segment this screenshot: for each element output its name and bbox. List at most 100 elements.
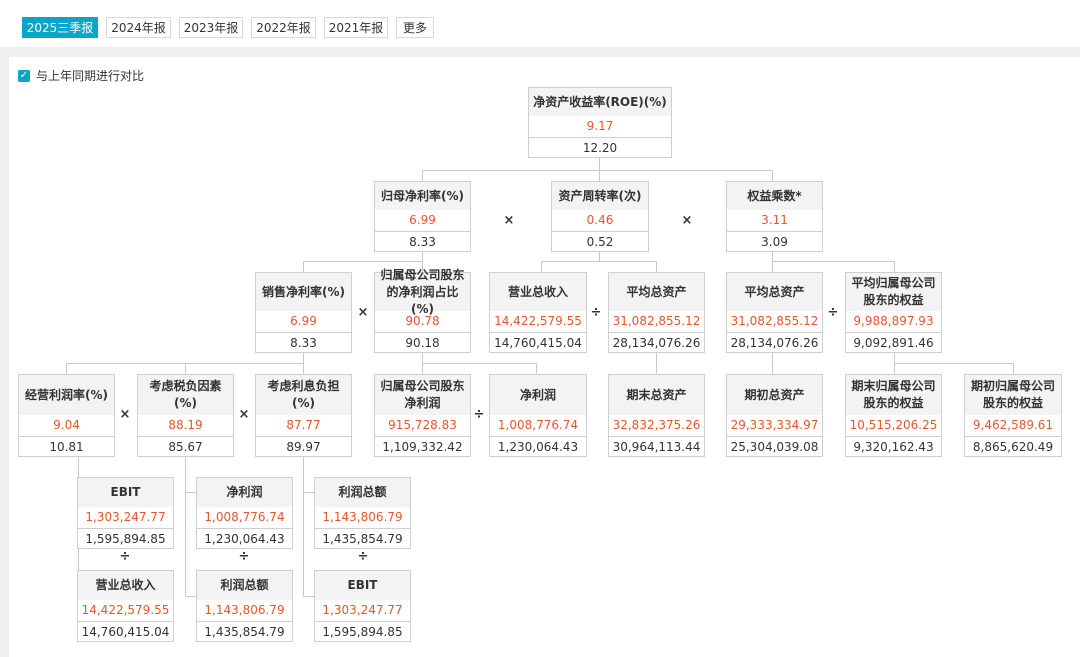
metric-box-ebit[interactable]: EBIT 1,303,247.77 1,595,894.85	[314, 570, 411, 642]
metric-prior-value: 8,865,620.49	[972, 440, 1054, 454]
divide-operator: ÷	[238, 549, 250, 564]
metric-box-ending-parent-equity[interactable]: 期末归属母公司股东的权益 10,515,206.25 9,320,162.43	[845, 374, 942, 457]
metric-current-value: 9,988,897.93	[846, 311, 941, 333]
metric-title: 平均总资产	[609, 273, 704, 311]
metric-title: 期初总资产	[727, 375, 822, 415]
metric-box-asset-turnover[interactable]: 资产周转率(次) 0.46 0.52	[551, 181, 649, 252]
multiply-operator: ×	[503, 213, 515, 228]
metric-title: 营业总收入	[78, 571, 173, 600]
metric-box-total-profit[interactable]: 利润总额 1,143,806.79 1,435,854.79	[314, 477, 411, 549]
metric-current-value: 31,082,855.12	[727, 311, 822, 333]
metric-current-value: 0.46	[552, 210, 648, 232]
metric-prior-value: 10.81	[49, 440, 84, 454]
metric-box-revenue[interactable]: 营业总收入 14,422,579.55 14,760,415.04	[77, 570, 174, 642]
metric-box-ending-assets[interactable]: 期末总资产 32,832,375.26 30,964,113.44	[608, 374, 705, 457]
metric-title: 平均总资产	[727, 273, 822, 311]
metric-prior-value: 0.52	[586, 235, 614, 249]
metric-prior-value: 14,760,415.04	[81, 625, 170, 639]
metric-prior-value: 1,595,894.85	[322, 625, 403, 639]
metric-box-tax-burden[interactable]: 考虑税负因素(%) 88.19 85.67	[137, 374, 234, 457]
metric-box-ebit[interactable]: EBIT 1,303,247.77 1,595,894.85	[77, 477, 174, 549]
metric-prior-value: 9,320,162.43	[853, 440, 934, 454]
metric-prior-value: 3.09	[761, 235, 788, 249]
metric-prior-value: 25,304,039.08	[730, 440, 819, 454]
divide-operator: ÷	[357, 549, 369, 564]
metric-box-net-margin-parent[interactable]: 归母净利率(%) 6.99 8.33	[374, 181, 471, 252]
metric-prior-value: 28,134,076.26	[612, 336, 701, 350]
metric-title: 净利润	[490, 375, 586, 415]
metric-prior-value: 8.33	[290, 336, 317, 350]
metric-box-parent-net-profit[interactable]: 归属母公司股东净利润 915,728.83 1,109,332.42	[374, 374, 471, 457]
metric-current-value: 915,728.83	[375, 415, 470, 437]
metric-title: 净利润	[197, 478, 292, 507]
metric-title: 考虑税负因素(%)	[138, 375, 233, 415]
metric-current-value: 1,008,776.74	[197, 507, 292, 529]
metric-prior-value: 1,435,854.79	[204, 625, 285, 639]
metric-title: 归属母公司股东的净利润占比(%)	[375, 268, 470, 316]
metric-current-value: 3.11	[727, 210, 822, 232]
metric-current-value: 29,333,334.97	[727, 415, 822, 437]
metric-current-value: 32,832,375.26	[609, 415, 704, 437]
metric-box-net-profit[interactable]: 净利润 1,008,776.74 1,230,064.43	[489, 374, 587, 457]
metric-box-net-profit[interactable]: 净利润 1,008,776.74 1,230,064.43	[196, 477, 293, 549]
multiply-operator: ×	[238, 407, 250, 422]
metric-prior-value: 8.33	[409, 235, 436, 249]
multiply-operator: ×	[681, 213, 693, 228]
metric-title: 净资产收益率(ROE)(%)	[529, 88, 671, 116]
metric-box-sales-net-margin[interactable]: 销售净利率(%) 6.99 8.33	[255, 272, 352, 353]
metric-box-average-parent-equity[interactable]: 平均归属母公司股东的权益 9,988,897.93 9,092,891.46	[845, 272, 942, 353]
metric-box-roe[interactable]: 净资产收益率(ROE)(%) 9.17 12.20	[528, 87, 672, 158]
metric-box-beginning-assets[interactable]: 期初总资产 29,333,334.97 25,304,039.08	[726, 374, 823, 457]
divide-operator: ÷	[590, 305, 602, 320]
divide-operator: ÷	[473, 407, 485, 422]
metric-title: 销售净利率(%)	[256, 273, 351, 311]
metric-current-value: 1,008,776.74	[490, 415, 586, 437]
divide-operator: ÷	[827, 305, 839, 320]
metric-current-value: 1,303,247.77	[78, 507, 173, 529]
metric-title: 归属母公司股东净利润	[375, 375, 470, 415]
multiply-operator: ×	[119, 407, 131, 422]
metric-current-value: 88.19	[138, 415, 233, 437]
metric-current-value: 87.77	[256, 415, 351, 437]
metric-title: 利润总额	[315, 478, 410, 507]
metric-prior-value: 28,134,076.26	[730, 336, 819, 350]
metric-title: EBIT	[78, 478, 173, 507]
metric-title: 营业总收入	[490, 273, 586, 311]
metric-prior-value: 90.18	[405, 336, 440, 350]
metric-box-total-profit[interactable]: 利润总额 1,143,806.79 1,435,854.79	[196, 570, 293, 642]
metric-box-average-assets[interactable]: 平均总资产 31,082,855.12 28,134,076.26	[608, 272, 705, 353]
metric-current-value: 1,303,247.77	[315, 600, 410, 622]
metric-box-parent-profit-share[interactable]: 归属母公司股东的净利润占比(%) 90.78 90.18	[374, 268, 471, 353]
metric-current-value: 9,462,589.61	[965, 415, 1061, 437]
metric-current-value: 1,143,806.79	[197, 600, 292, 622]
metric-current-value: 10,515,206.25	[846, 415, 941, 437]
metric-current-value: 6.99	[375, 210, 470, 232]
metric-prior-value: 1,230,064.43	[497, 440, 579, 454]
metric-title: 期初归属母公司股东的权益	[965, 375, 1061, 415]
metric-prior-value: 89.97	[286, 440, 321, 454]
metric-current-value: 14,422,579.55	[78, 600, 173, 622]
metric-box-interest-burden[interactable]: 考虑利息负担(%) 87.77 89.97	[255, 374, 352, 457]
metric-title: 经营利润率(%)	[19, 375, 114, 415]
metric-current-value: 14,422,579.55	[490, 311, 586, 333]
metric-current-value: 9.17	[529, 116, 671, 138]
divide-operator: ÷	[119, 549, 131, 564]
metric-prior-value: 9,092,891.46	[853, 336, 934, 350]
metric-title: 权益乘数*	[727, 182, 822, 210]
metric-box-equity-multiplier[interactable]: 权益乘数* 3.11 3.09	[726, 181, 823, 252]
multiply-operator: ×	[357, 305, 369, 320]
metric-prior-value: 12.20	[582, 141, 618, 155]
metric-title: 考虑利息负担(%)	[256, 375, 351, 415]
metric-title: 期末归属母公司股东的权益	[846, 375, 941, 415]
metric-box-revenue[interactable]: 营业总收入 14,422,579.55 14,760,415.04	[489, 272, 587, 353]
metric-title: 归母净利率(%)	[375, 182, 470, 210]
metric-prior-value: 1,230,064.43	[204, 532, 285, 546]
metric-current-value: 31,082,855.12	[609, 311, 704, 333]
metric-title: 利润总额	[197, 571, 292, 600]
metric-title: EBIT	[315, 571, 410, 600]
metric-prior-value: 85.67	[168, 440, 203, 454]
metric-box-average-assets[interactable]: 平均总资产 31,082,855.12 28,134,076.26	[726, 272, 823, 353]
metric-box-operating-margin[interactable]: 经营利润率(%) 9.04 10.81	[18, 374, 115, 457]
metric-prior-value: 1,109,332.42	[382, 440, 463, 454]
metric-box-beginning-parent-equity[interactable]: 期初归属母公司股东的权益 9,462,589.61 8,865,620.49	[964, 374, 1062, 457]
